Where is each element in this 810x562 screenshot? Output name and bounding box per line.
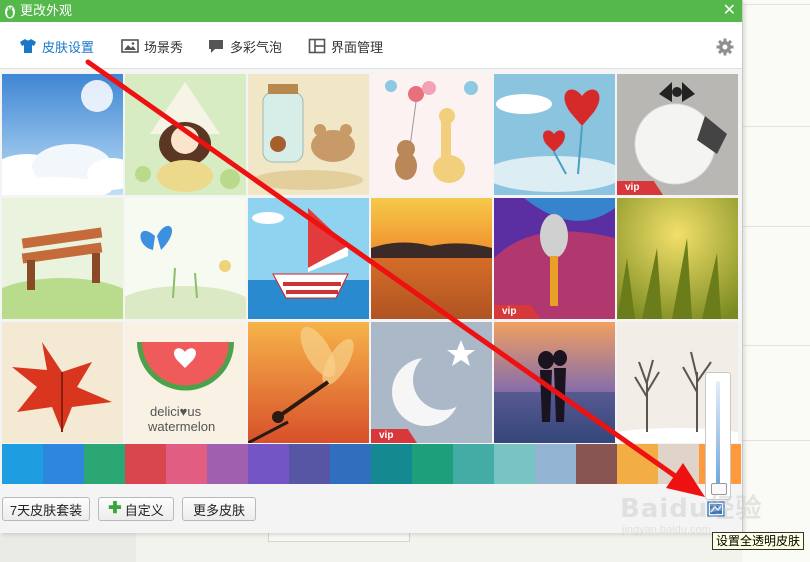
color-swatch[interactable] — [43, 444, 85, 484]
skin-thumb-watermelon[interactable]: delici♥us watermelon — [125, 322, 246, 443]
color-swatch[interactable] — [2, 444, 44, 484]
penguin-icon — [5, 5, 15, 19]
color-swatch[interactable] — [207, 444, 249, 484]
color-swatch[interactable] — [330, 444, 372, 484]
skin-thumb-sky-clouds[interactable] — [2, 74, 123, 195]
skin-thumb-red-leaf[interactable] — [2, 322, 123, 443]
color-swatch[interactable] — [125, 444, 167, 484]
slider-knob[interactable] — [711, 483, 727, 495]
color-swatch-bar — [2, 444, 741, 484]
color-swatch[interactable] — [412, 444, 454, 484]
skin-thumb-butterfly-flowers[interactable] — [125, 198, 246, 319]
color-swatch[interactable] — [658, 444, 700, 484]
skin-thumb-jar-and-bear[interactable] — [248, 74, 369, 195]
skin-thumb-dragonfly[interactable] — [248, 322, 369, 443]
transparency-slider[interactable] — [705, 372, 731, 500]
seven-day-skin-set-label: 7天皮肤套装 — [9, 502, 83, 518]
skin-thumb-moon-star[interactable]: vip — [371, 322, 492, 443]
background-panel-right — [742, 0, 810, 562]
tab-interface-management[interactable]: 界面管理 — [308, 36, 383, 56]
skin-thumb-microphone[interactable]: vip — [494, 198, 615, 319]
color-swatch[interactable] — [576, 444, 618, 484]
tab-label: 多彩气泡 — [230, 39, 283, 55]
color-swatch[interactable] — [371, 444, 413, 484]
seven-day-skin-set-button[interactable]: 7天皮肤套装 — [2, 497, 90, 521]
skin-thumb-bear-giraffe-balloons[interactable] — [371, 74, 492, 195]
skin-thumbnail-grid: vip vip delici♥us watermelon vip — [2, 74, 740, 443]
watermelon-caption-2: watermelon — [148, 419, 216, 434]
skin-thumb-girl-with-hat[interactable] — [125, 74, 246, 195]
more-skins-button[interactable]: 更多皮肤 — [182, 497, 256, 521]
tooltip: 设置全透明皮肤 — [712, 532, 805, 550]
tab-label: 皮肤设置 — [42, 39, 95, 55]
change-appearance-dialog: 更改外观 ✕ 皮肤设置 场景秀 多彩气泡 界面管理 vip vip delici… — [0, 0, 743, 533]
color-swatch[interactable] — [84, 444, 126, 484]
color-swatch[interactable] — [535, 444, 577, 484]
tab-label: 界面管理 — [331, 39, 384, 55]
tab-skin-settings[interactable]: 皮肤设置 — [19, 36, 94, 56]
plus-icon: ✚ — [108, 500, 122, 517]
skin-thumb-couple-beach[interactable] — [494, 322, 615, 443]
custom-skin-button[interactable]: ✚ 自定义 — [98, 497, 174, 521]
color-swatch[interactable] — [289, 444, 331, 484]
watermelon-caption-1: delici♥us — [150, 404, 202, 419]
slider-track — [716, 381, 720, 485]
color-swatch[interactable] — [494, 444, 536, 484]
more-skins-label: 更多皮肤 — [192, 502, 245, 518]
tab-bar: 皮肤设置 场景秀 多彩气泡 界面管理 — [0, 22, 742, 69]
window-title: 更改外观 — [20, 3, 73, 18]
skin-thumb-bench-meadow[interactable] — [2, 198, 123, 319]
skin-thumb-plate-bowtie[interactable]: vip — [617, 74, 738, 195]
tshirt-icon — [20, 39, 36, 53]
image-icon — [121, 39, 139, 53]
layout-icon — [308, 38, 326, 54]
speech-bubble-icon — [209, 40, 223, 53]
color-swatch[interactable] — [166, 444, 208, 484]
skin-thumb-heart-tree[interactable] — [494, 74, 615, 195]
skin-thumb-grass-bokeh[interactable] — [617, 198, 738, 319]
custom-skin-label: 自定义 — [124, 502, 164, 518]
color-swatch[interactable] — [453, 444, 495, 484]
color-swatch[interactable] — [617, 444, 659, 484]
skin-thumb-sailboat[interactable] — [248, 198, 369, 319]
tab-colorful-bubbles[interactable]: 多彩气泡 — [207, 36, 282, 56]
tab-scene-show[interactable]: 场景秀 — [121, 36, 183, 56]
gear-icon[interactable] — [716, 38, 734, 56]
tab-label: 场景秀 — [144, 39, 184, 55]
full-transparent-skin-icon[interactable] — [707, 501, 725, 517]
color-swatch[interactable] — [248, 444, 290, 484]
title-bar: 更改外观 ✕ — [0, 0, 742, 22]
close-icon[interactable]: ✕ — [723, 1, 736, 21]
background-panel-bottom — [0, 533, 742, 562]
skin-thumb-lake-sunset[interactable] — [371, 198, 492, 319]
